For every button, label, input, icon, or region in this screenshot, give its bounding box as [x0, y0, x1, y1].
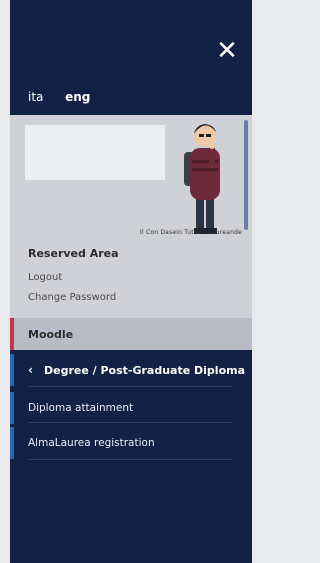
degree-accent-bar [10, 354, 14, 386]
reserved-area-title: Reserved Area [28, 247, 119, 260]
close-icon[interactable]: ✕ [216, 38, 238, 64]
moodle-label: Moodle [28, 328, 74, 341]
divider [28, 386, 232, 387]
chevron-left-icon[interactable]: ‹ [28, 363, 33, 377]
scrollbar[interactable] [244, 120, 248, 230]
logout-link[interactable]: Logout [28, 272, 62, 283]
degree-title: Degree / Post-Graduate Diploma [44, 364, 246, 377]
degree-section-header[interactable]: ‹ Degree / Post-Graduate Diploma [10, 354, 252, 386]
submenu-item-label: Diploma attainment [28, 402, 134, 414]
moodle-accent-bar [10, 318, 14, 350]
user-profile-panel: Il Con Dasein Tuttoì · Laureande Reserve… [10, 115, 252, 320]
change-password-link[interactable]: Change Password [28, 292, 116, 303]
right-frame [252, 0, 262, 563]
submenu-accent-bar [10, 427, 14, 459]
submenu-item-diploma-attainment[interactable]: Diploma attainment [10, 392, 252, 424]
divider [28, 459, 232, 460]
submenu-item-almalaurea-registration[interactable]: AlmaLaurea registration [10, 427, 252, 459]
submenu-item-label: AlmaLaurea registration [28, 437, 155, 449]
left-frame [0, 0, 10, 563]
lang-ita[interactable]: ita [28, 90, 43, 104]
lang-eng[interactable]: eng [65, 90, 90, 104]
submenu-accent-bar [10, 392, 14, 424]
user-info-box [25, 125, 165, 180]
side-drawer: ✕ ita eng Il Con Dasein Tuttoì · Laurean… [10, 0, 252, 563]
avatar [184, 124, 220, 234]
moodle-item[interactable]: Moodle [10, 318, 252, 350]
avatar-caption: Il Con Dasein Tuttoì · Laureande [140, 229, 242, 236]
language-switcher: ita eng [28, 90, 90, 104]
divider [28, 422, 232, 423]
